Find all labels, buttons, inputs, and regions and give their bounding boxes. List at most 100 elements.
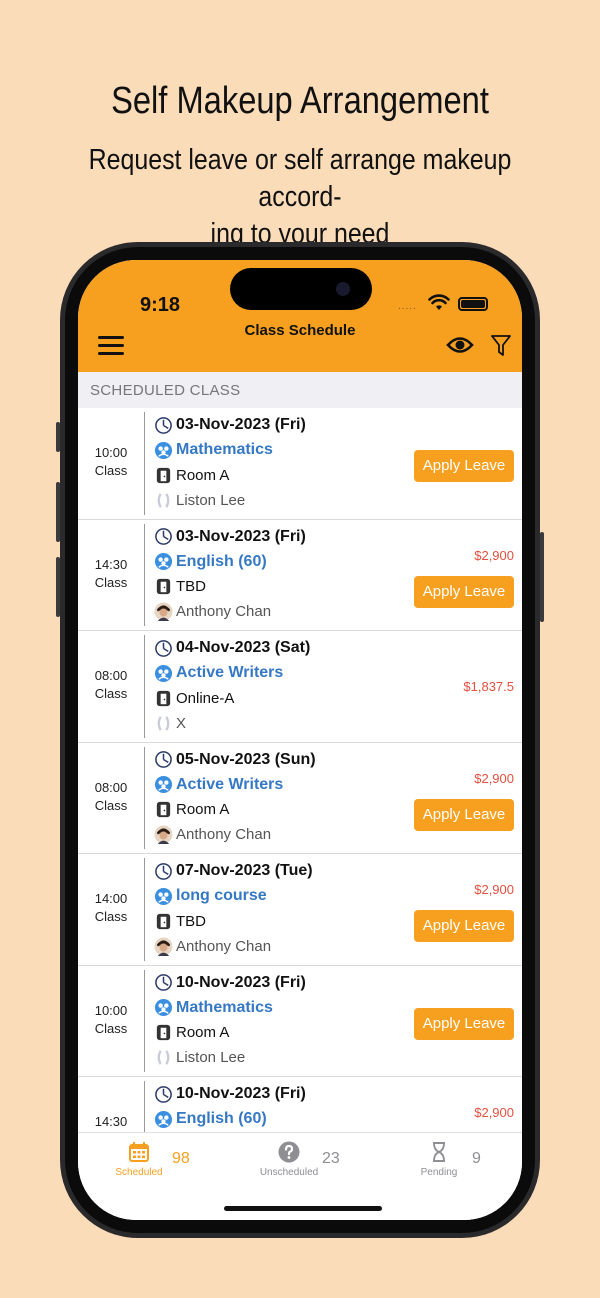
- tab-label: Pending: [420, 1167, 458, 1178]
- tab-unscheduled[interactable]: Unscheduled 23: [244, 1141, 354, 1181]
- class-room: Online-A: [176, 689, 235, 707]
- apply-leave-button[interactable]: Apply Leave: [414, 450, 514, 482]
- tab-pending[interactable]: Pending 9: [394, 1141, 504, 1181]
- group-icon: [154, 775, 173, 794]
- class-row[interactable]: 14:30 Class 03-Nov-2023 (Fri) English (6…: [78, 520, 522, 631]
- class-row[interactable]: 08:00 Class 05-Nov-2023 (Sun) Active Wri…: [78, 743, 522, 854]
- class-subject-line: Active Writers: [154, 661, 283, 685]
- door-icon: [154, 800, 173, 819]
- row-divider: [144, 523, 145, 626]
- class-room: Room A: [176, 1024, 230, 1041]
- tab-label: Scheduled: [115, 1167, 163, 1178]
- app-header: 9:18 ..... Class Schedule: [78, 260, 522, 372]
- class-time: 10:00 Class: [78, 1002, 144, 1038]
- signal-dots-icon: .....: [398, 301, 417, 312]
- class-room-line: Room A: [154, 798, 229, 822]
- row-divider: [144, 635, 145, 738]
- class-teacher: Anthony Chan: [176, 937, 272, 955]
- calendar-icon: [128, 1141, 150, 1168]
- class-subject[interactable]: English (60): [176, 1110, 267, 1128]
- apply-leave-button[interactable]: Apply Leave: [414, 798, 514, 831]
- battery-icon: [458, 297, 488, 311]
- class-row[interactable]: 14:30 10-Nov-2023 (Fri) English (60) $2,9…: [78, 1077, 522, 1132]
- menu-icon[interactable]: [98, 336, 124, 356]
- class-room-line: Room A: [154, 1021, 229, 1045]
- class-date: 10-Nov-2023 (Fri): [176, 973, 306, 991]
- class-teacher: X: [176, 714, 187, 732]
- class-subject[interactable]: Active Writers: [176, 664, 283, 682]
- phone-frame: 9:18 ..... Class Schedule SCHEDULED CLAS…: [56, 242, 544, 1238]
- class-time: 10:00 Class: [78, 444, 144, 480]
- class-time-value: 14:30: [94, 1114, 128, 1129]
- door-icon: [154, 466, 173, 485]
- clock-icon: [154, 973, 173, 992]
- class-price: $2,900: [474, 547, 514, 563]
- class-teacher-line: X: [154, 711, 186, 735]
- tab-count: 9: [472, 1150, 481, 1167]
- tab-count: 23: [322, 1150, 340, 1167]
- volume-down-button: [56, 557, 60, 617]
- class-date-line: 03-Nov-2023 (Fri): [154, 413, 306, 437]
- class-subject[interactable]: Active Writers: [176, 776, 283, 794]
- class-teacher: Anthony Chan: [176, 603, 272, 620]
- class-date-line: 07-Nov-2023 (Tue): [154, 859, 313, 883]
- class-price: $2,900: [474, 1105, 514, 1120]
- class-subject[interactable]: Mathematics: [176, 441, 273, 459]
- avatar: [154, 1048, 173, 1067]
- class-time-value: 10:00: [94, 445, 128, 460]
- tab-count: 98: [172, 1150, 190, 1167]
- class-room-line: Online-A: [154, 686, 234, 710]
- avatar: [154, 714, 173, 733]
- class-teacher-line: Anthony Chan: [154, 600, 271, 624]
- promo-subtitle: Request leave or self arrange makeup acc…: [76, 142, 523, 253]
- class-row[interactable]: 10:00 Class 03-Nov-2023 (Fri) Mathematic…: [78, 408, 522, 520]
- class-subject[interactable]: long course: [176, 887, 267, 905]
- class-subject-line: Mathematics: [154, 996, 273, 1020]
- class-subject-line: English (60): [154, 1107, 267, 1131]
- class-room-line: TBD: [154, 909, 206, 933]
- group-icon: [154, 552, 173, 571]
- group-icon: [154, 664, 173, 683]
- class-row[interactable]: 14:00 Class 07-Nov-2023 (Tue) long cours…: [78, 854, 522, 966]
- class-room: Room A: [176, 466, 230, 484]
- class-price: $2,900: [474, 770, 514, 786]
- apply-leave-button[interactable]: Apply Leave: [414, 1007, 514, 1040]
- row-divider: [144, 969, 145, 1072]
- avatar: [154, 825, 173, 844]
- class-teacher: Anthony Chan: [176, 826, 272, 843]
- filter-icon[interactable]: [490, 334, 512, 358]
- class-subject[interactable]: Mathematics: [176, 999, 273, 1017]
- class-date: 03-Nov-2023 (Fri): [176, 527, 306, 545]
- apply-leave-button[interactable]: Apply Leave: [414, 910, 514, 942]
- class-time-value: 10:00: [94, 1002, 128, 1018]
- door-icon: [154, 1023, 173, 1042]
- class-date: 10-Nov-2023 (Fri): [176, 1085, 306, 1102]
- class-room: TBD: [176, 912, 206, 930]
- class-type-label: Class: [94, 909, 128, 924]
- class-row[interactable]: 10:00 Class 10-Nov-2023 (Fri) Mathematic…: [78, 966, 522, 1077]
- class-subject-line: Active Writers: [154, 773, 283, 797]
- tab-label: Unscheduled: [259, 1167, 319, 1178]
- class-teacher-line: Liston Lee: [154, 1046, 245, 1070]
- door-icon: [154, 689, 173, 708]
- class-row[interactable]: 08:00 Class 04-Nov-2023 (Sat) Active Wri…: [78, 631, 522, 743]
- class-subject-line: Mathematics: [154, 438, 273, 462]
- eye-icon[interactable]: [446, 334, 474, 356]
- class-subject[interactable]: English (60): [176, 553, 267, 571]
- promo-title: Self Makeup Arrangement: [111, 80, 489, 122]
- status-time: 9:18: [140, 294, 181, 316]
- class-time: 14:30 Class: [78, 556, 144, 592]
- class-time: 14:30: [78, 1113, 144, 1131]
- camera-icon: [336, 282, 350, 296]
- question-icon: [278, 1141, 300, 1168]
- class-room-line: Room A: [154, 463, 229, 487]
- clock-icon: [154, 1085, 173, 1104]
- apply-leave-button[interactable]: Apply Leave: [414, 575, 514, 608]
- class-price: $1,837.5: [463, 679, 514, 694]
- home-indicator: [224, 1206, 382, 1211]
- class-time-value: 08:00: [94, 668, 128, 683]
- tab-scheduled[interactable]: Scheduled 98: [94, 1141, 204, 1181]
- class-subject-line: long course: [154, 884, 267, 908]
- class-list: 10:00 Class 03-Nov-2023 (Fri) Mathematic…: [78, 408, 522, 1132]
- clock-icon: [154, 862, 173, 881]
